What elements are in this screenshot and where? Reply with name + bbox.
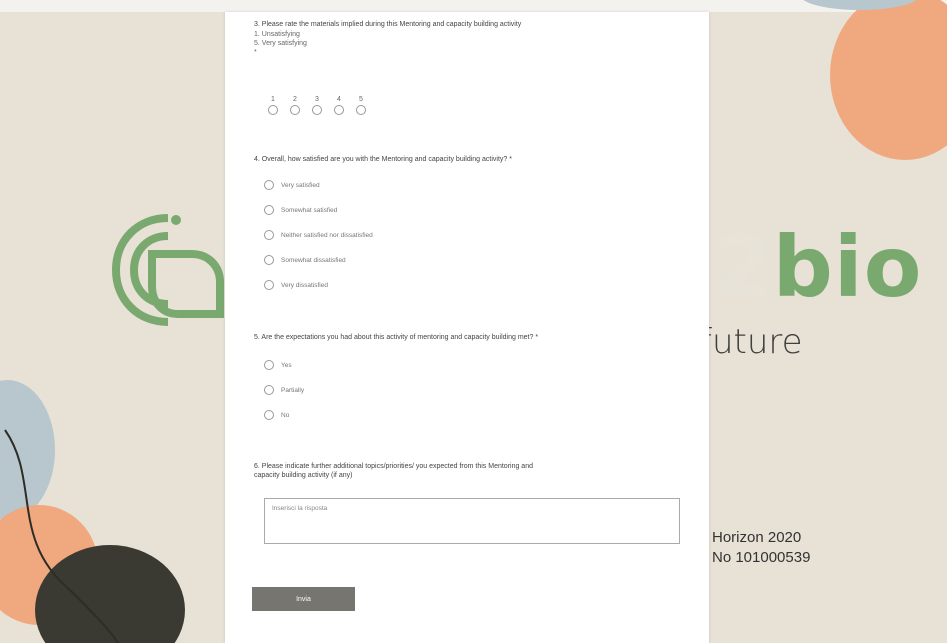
radio-button[interactable] bbox=[264, 280, 274, 290]
option-somewhat-satisfied[interactable]: Somewhat satisfied bbox=[264, 205, 337, 215]
rating-option-5[interactable]: 5 bbox=[355, 96, 367, 115]
radio-button[interactable] bbox=[290, 105, 300, 115]
dark-line-decoration bbox=[4, 429, 119, 643]
radio-button[interactable] bbox=[264, 230, 274, 240]
option-label: Yes bbox=[281, 361, 292, 369]
radio-button[interactable] bbox=[264, 255, 274, 265]
rating-label: 2 bbox=[293, 96, 297, 103]
radio-button[interactable] bbox=[334, 105, 344, 115]
question-4-title: 4. Overall, how satisfied are you with t… bbox=[254, 156, 512, 163]
radio-button[interactable] bbox=[264, 180, 274, 190]
submit-button[interactable]: Invia bbox=[252, 587, 355, 611]
answer-placeholder: Inserisci la risposta bbox=[272, 505, 328, 512]
option-no[interactable]: No bbox=[264, 410, 289, 420]
rating-label: 5 bbox=[359, 96, 363, 103]
funding-notice: Horizon 2020 No 101000539 bbox=[712, 528, 810, 568]
orange-blob-top-right bbox=[830, 0, 947, 160]
question-5: 5. Are the expectations you had about th… bbox=[254, 334, 538, 341]
option-very-dissatisfied[interactable]: Very dissatisfied bbox=[264, 280, 328, 290]
rating-label: 1 bbox=[271, 96, 275, 103]
question-6: 6. Please indicate further additional to… bbox=[254, 463, 533, 479]
top-strip bbox=[0, 0, 947, 12]
option-label: No bbox=[281, 411, 290, 419]
question-3-title: 3. Please rate the materials implied dur… bbox=[254, 21, 522, 28]
option-label: Very satisfied bbox=[281, 181, 320, 189]
question-4: 4. Overall, how satisfied are you with t… bbox=[254, 156, 512, 163]
brand-wordmark-bio: bio bbox=[772, 218, 923, 316]
question-3-scale-low: 1. Unsatisfying bbox=[254, 31, 300, 38]
rating-option-1[interactable]: 1 bbox=[267, 96, 279, 115]
rating-scale: 1 2 3 4 5 bbox=[267, 96, 367, 115]
radio-button[interactable] bbox=[264, 360, 274, 370]
funding-line-2: No 101000539 bbox=[712, 549, 811, 566]
question-3-required-mark: * bbox=[254, 49, 257, 56]
brand-logo-icon bbox=[111, 214, 224, 326]
radio-button[interactable] bbox=[264, 410, 274, 420]
rating-option-3[interactable]: 3 bbox=[311, 96, 323, 115]
rating-option-2[interactable]: 2 bbox=[289, 96, 301, 115]
radio-button[interactable] bbox=[356, 105, 366, 115]
option-very-satisfied[interactable]: Very satisfied bbox=[264, 180, 320, 190]
option-label: Somewhat dissatisfied bbox=[281, 256, 346, 264]
question-3-scale-high: 5. Very satisfying bbox=[254, 40, 307, 47]
question-5-title: 5. Are the expectations you had about th… bbox=[254, 334, 539, 341]
option-label: Very dissatisfied bbox=[281, 281, 328, 289]
option-label: Neither satisfied nor dissatisfied bbox=[281, 231, 373, 239]
radio-button[interactable] bbox=[312, 105, 322, 115]
option-label: Partially bbox=[281, 386, 305, 394]
tagline: future bbox=[700, 322, 803, 362]
radio-button[interactable] bbox=[264, 385, 274, 395]
rating-option-4[interactable]: 4 bbox=[333, 96, 345, 115]
rating-label: 3 bbox=[315, 96, 319, 103]
option-label: Somewhat satisfied bbox=[281, 206, 338, 214]
radio-button[interactable] bbox=[264, 205, 274, 215]
survey-form: 3. Please rate the materials implied dur… bbox=[225, 12, 709, 643]
option-partially[interactable]: Partially bbox=[264, 385, 304, 395]
question-6-title-line-2: capacity building activity (if any) bbox=[254, 472, 353, 479]
question-6-title-line-1: 6. Please indicate further additional to… bbox=[254, 463, 533, 470]
question-3: 3. Please rate the materials implied dur… bbox=[254, 21, 521, 57]
answer-text-field[interactable]: Inserisci la risposta bbox=[264, 498, 680, 544]
rating-label: 4 bbox=[337, 96, 341, 103]
option-yes[interactable]: Yes bbox=[264, 360, 292, 370]
radio-button[interactable] bbox=[268, 105, 278, 115]
funding-line-1: Horizon 2020 bbox=[712, 529, 802, 546]
option-neither[interactable]: Neither satisfied nor dissatisfied bbox=[264, 230, 373, 240]
option-somewhat-dissatisfied[interactable]: Somewhat dissatisfied bbox=[264, 255, 346, 265]
